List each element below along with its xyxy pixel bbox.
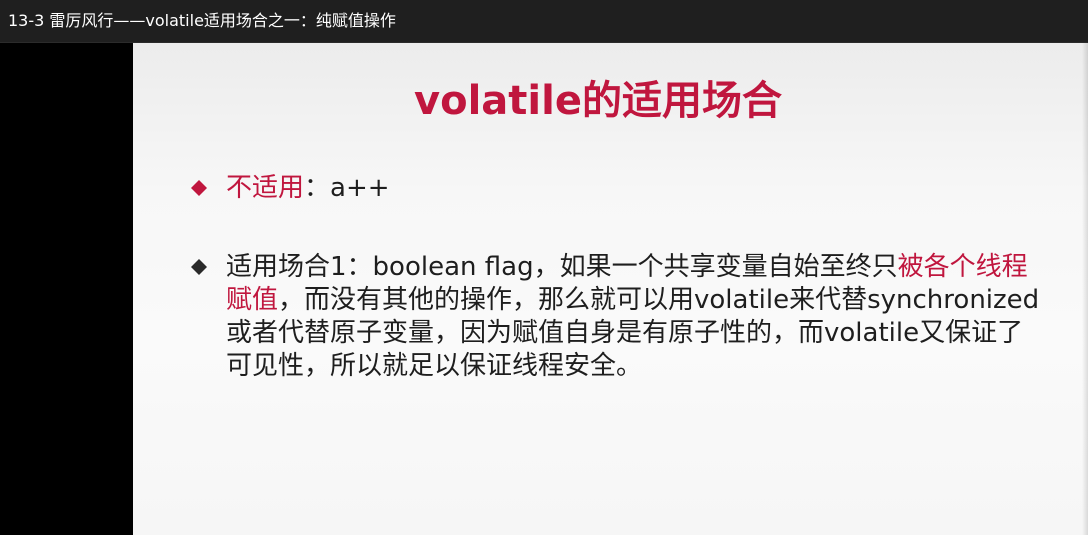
diamond-icon <box>191 259 207 275</box>
bullet-text: 不适用：a++ <box>226 172 1041 205</box>
slide-title: volatile的适用场合 <box>414 78 782 124</box>
bullet-rest: ：a++ <box>304 173 390 203</box>
bullet-text: 适用场合1：boolean flag，如果一个共享变量自始至终只被各个线程赋值，… <box>226 251 1041 383</box>
bullet-highlight: 不适用 <box>226 173 305 203</box>
presentation-slide: volatile的适用场合 不适用：a++ 适用场合1：boolean flag… <box>133 43 1088 535</box>
slide-edge-shadow <box>1082 43 1088 535</box>
title-bar: 13-3 雷厉风行——volatile适用场合之一：纯赋值操作 <box>0 0 1088 43</box>
window-title: 13-3 雷厉风行——volatile适用场合之一：纯赋值操作 <box>8 11 396 30</box>
diamond-icon <box>191 180 207 196</box>
bullet-rest: ，而没有其他的操作，那么就可以用volatile来代替synchronized或… <box>226 285 1040 381</box>
bullet-prefix: 适用场合1：boolean flag，如果一个共享变量自始至终只 <box>226 252 898 282</box>
bullet-item-not-applicable: 不适用：a++ <box>191 172 1041 205</box>
video-area[interactable]: volatile的适用场合 不适用：a++ 适用场合1：boolean flag… <box>0 43 1088 535</box>
video-player-window: 13-3 雷厉风行——volatile适用场合之一：纯赋值操作 volatile… <box>0 0 1088 535</box>
bullet-item-applicable-case-1: 适用场合1：boolean flag，如果一个共享变量自始至终只被各个线程赋值，… <box>191 251 1041 383</box>
